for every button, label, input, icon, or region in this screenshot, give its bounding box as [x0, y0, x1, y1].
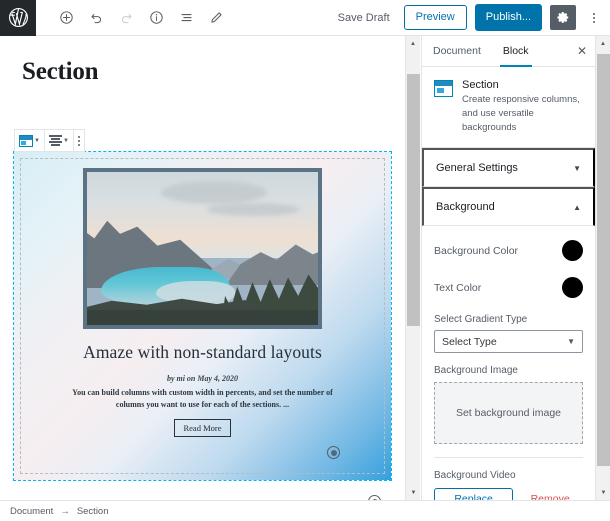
- caret-down-icon: ▼: [62, 137, 69, 144]
- preview-button[interactable]: Preview: [403, 5, 467, 30]
- page-title[interactable]: Section: [0, 36, 405, 92]
- set-background-image-dropzone[interactable]: Set background image: [434, 382, 583, 445]
- breadcrumb-separator-icon: →: [60, 505, 70, 517]
- text-color-swatch[interactable]: [562, 277, 583, 299]
- wordpress-logo-icon[interactable]: [0, 0, 36, 36]
- change-alignment-icon[interactable]: ▼: [45, 130, 73, 151]
- chevron-down-icon: ▼: [567, 337, 575, 347]
- add-block-button[interactable]: [52, 4, 80, 32]
- background-video-label: Background Video: [434, 470, 516, 482]
- remove-video-button[interactable]: Remove Video: [517, 489, 583, 500]
- editor-canvas: Section ▼ ▼ Amaze with non-standard layo…: [0, 36, 420, 500]
- section-paragraph[interactable]: You can build columns with custom width …: [60, 387, 346, 412]
- background-color-swatch[interactable]: [562, 240, 583, 262]
- section-block-icon[interactable]: ▼: [15, 130, 44, 151]
- sidebar-scrollbar[interactable]: ▲ ▼: [595, 36, 610, 500]
- section-byline: by mi on May 4, 2020: [166, 374, 239, 383]
- chevron-up-icon: ▲: [573, 202, 581, 212]
- background-image-label: Background Image: [434, 365, 518, 377]
- undo-button[interactable]: [82, 4, 110, 32]
- breadcrumb-section[interactable]: Section: [77, 506, 109, 517]
- background-video-actions: Replace Video Remove Video: [434, 488, 583, 500]
- triangle-up-icon[interactable]: ▲: [406, 36, 420, 51]
- block-appender-icon[interactable]: [368, 495, 381, 500]
- panel-general-settings[interactable]: General Settings ▼: [422, 148, 595, 188]
- block-card-description: Create responsive columns, and use versa…: [462, 94, 580, 133]
- caret-down-icon: ▼: [34, 137, 40, 144]
- section-block-icon: [434, 80, 453, 97]
- mountain-lake-photo[interactable]: [83, 168, 322, 329]
- block-type-group: ▼: [15, 130, 45, 151]
- sidebar-tabs: Document Block ✕: [422, 36, 595, 67]
- editor-top-bar: Save Draft Preview Publish...: [0, 0, 610, 36]
- kebab-menu-icon: [77, 135, 80, 146]
- block-card: Section Create responsive columns, and u…: [422, 67, 595, 149]
- editor-canvas-inner: Section ▼ ▼ Amaze with non-standard layo…: [0, 36, 405, 500]
- gradient-type-value: Select Type: [442, 335, 497, 348]
- triangle-down-icon[interactable]: ▼: [406, 485, 421, 500]
- chevron-down-icon: ▼: [573, 163, 581, 173]
- photo-cloud: [207, 202, 300, 217]
- section-block[interactable]: Amaze with non-standard layouts by mi on…: [13, 151, 392, 481]
- redo-button[interactable]: [112, 4, 140, 32]
- background-panel-body: Background Color Text Color Select Gradi…: [422, 226, 595, 500]
- alignment-group: ▼: [45, 130, 74, 151]
- block-card-title: Section: [462, 79, 499, 91]
- section-inner-container: Amaze with non-standard layouts by mi on…: [20, 158, 385, 474]
- edit-mode-button[interactable]: [202, 4, 230, 32]
- content-info-button[interactable]: [142, 4, 170, 32]
- gradient-type-select[interactable]: Select Type ▼: [434, 330, 583, 354]
- text-color-label: Text Color: [434, 281, 482, 294]
- panel-background[interactable]: Background ▲: [422, 187, 595, 227]
- photo-foreground-shore: [87, 309, 318, 325]
- block-more-options-icon[interactable]: [74, 130, 84, 151]
- sidebar-scrollbar-thumb[interactable]: [597, 54, 610, 466]
- text-color-row: Text Color: [434, 277, 583, 299]
- block-card-text: Section Create responsive columns, and u…: [462, 79, 583, 134]
- canvas-scrollbar-thumb[interactable]: [407, 74, 420, 326]
- wordpress-block-editor: Save Draft Preview Publish... Section ▼ …: [0, 0, 610, 521]
- publish-button[interactable]: Publish...: [474, 4, 542, 31]
- tab-document[interactable]: Document: [422, 36, 492, 67]
- align-glyph-icon: [48, 135, 62, 147]
- section-heading[interactable]: Amaze with non-standard layouts: [83, 342, 322, 363]
- background-color-row: Background Color: [434, 240, 583, 262]
- gear-icon[interactable]: [550, 5, 576, 30]
- canvas-scrollbar[interactable]: ▲ ▼: [405, 36, 420, 500]
- block-navigation-button[interactable]: [172, 4, 200, 32]
- triangle-up-icon[interactable]: ▲: [596, 36, 610, 51]
- block-more-group: [74, 130, 84, 151]
- section-glyph-icon: [19, 134, 33, 147]
- save-draft-button[interactable]: Save Draft: [332, 8, 396, 28]
- breadcrumb: Document → Section: [0, 500, 610, 521]
- divider: [434, 457, 583, 459]
- inner-block-appender-icon[interactable]: [327, 446, 340, 459]
- block-toolbar: ▼ ▼: [14, 129, 85, 152]
- gradient-type-label: Select Gradient Type: [434, 314, 528, 326]
- breadcrumb-document[interactable]: Document: [10, 506, 53, 517]
- triangle-down-icon[interactable]: ▼: [596, 485, 610, 500]
- photo-lake-highlight: [156, 280, 235, 304]
- panel-background-label: Background: [436, 201, 495, 214]
- tab-block[interactable]: Block: [492, 36, 540, 67]
- editor-actions: Save Draft Preview Publish...: [332, 4, 610, 31]
- photo-cloud: [160, 181, 268, 205]
- settings-sidebar: Document Block ✕ Section Create responsi…: [421, 36, 595, 500]
- background-color-label: Background Color: [434, 244, 519, 257]
- panel-general-settings-label: General Settings: [436, 162, 518, 175]
- close-icon[interactable]: ✕: [569, 38, 595, 64]
- kebab-menu-icon[interactable]: [584, 5, 604, 31]
- editor-tools: [52, 4, 230, 32]
- read-more-button[interactable]: Read More: [174, 418, 231, 437]
- replace-video-button[interactable]: Replace Video: [434, 488, 514, 500]
